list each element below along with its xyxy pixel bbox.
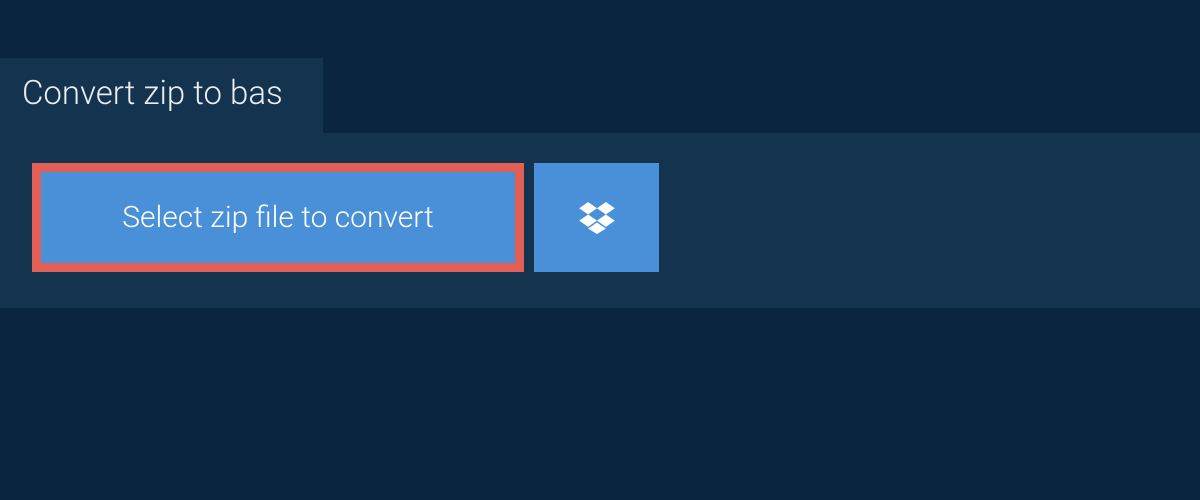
tab-title: Convert zip to bas — [22, 74, 283, 113]
select-file-button[interactable]: Select zip file to convert — [32, 163, 524, 272]
dropbox-icon — [579, 202, 615, 234]
dropbox-button[interactable] — [534, 163, 659, 272]
select-file-label: Select zip file to convert — [122, 200, 433, 235]
tab-bar: Convert zip to bas — [0, 0, 1200, 133]
tab-convert[interactable]: Convert zip to bas — [0, 58, 323, 133]
convert-panel: Select zip file to convert — [0, 133, 1200, 308]
